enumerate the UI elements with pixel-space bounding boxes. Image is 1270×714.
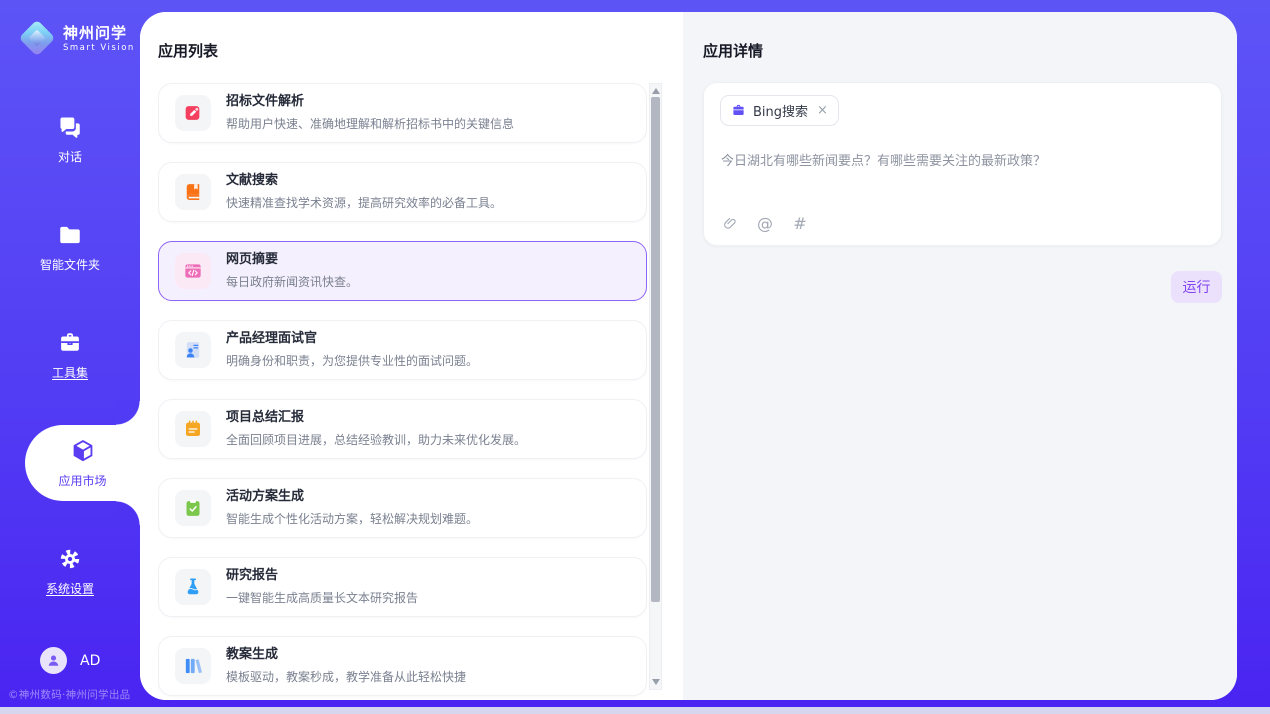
app-card-text: 项目总结汇报 全面回顾项目进展，总结经验教训，助力未来优化发展。 [226,410,526,447]
diamond-logo-icon [20,21,54,55]
literature-book-icon [175,174,211,210]
gear-icon [57,546,83,572]
app-list-title: 应用列表 [158,40,218,61]
sidebar-item-label: 应用市场 [58,472,106,489]
app-card-event-plan[interactable]: 活动方案生成 智能生成个性化活动方案，轻松解决规划难题。 [158,478,647,538]
brand-name: 神州问学 [63,24,135,42]
user-name: AD [80,653,100,669]
app-card-lesson-plan[interactable]: 教案生成 模板驱动，教案秒成，教学准备从此轻松快捷 [158,636,647,696]
app-card-web-summary[interactable]: 网页摘要 每日政府新闻资讯快查。 [158,241,647,301]
app-card-title: 研究报告 [226,568,418,584]
scrollbar-thumb[interactable] [651,97,660,602]
app-card-description: 智能生成个性化活动方案，轻松解决规划难题。 [226,510,478,527]
scroll-up-arrow-icon[interactable] [652,88,660,94]
plan-clipboard-icon [175,490,211,526]
app-card-pm-interviewer[interactable]: 产品经理面试官 明确身份和职责，为您提供专业性的面试问题。 [158,320,647,380]
sidebar-item-label: 工具集 [52,364,88,381]
app-card-text: 教案生成 模板驱动，教案秒成，教学准备从此轻松快捷 [226,647,466,684]
sidebar-item-label: 系统设置 [46,580,94,597]
sidebar-item-label: 对话 [58,148,82,165]
user-avatar-icon [40,647,67,674]
sidebar-item-chat[interactable]: 对话 [0,101,140,177]
app-card-title: 产品经理面试官 [226,331,478,347]
app-card-description: 全面回顾项目进展，总结经验教训，助力未来优化发展。 [226,431,526,448]
prompt-input[interactable]: 今日湖北有哪些新闻要点？有哪些需要关注的最新政策？ [721,152,1205,172]
app-card-list: 招标文件解析 帮助用户快速、准确地理解和解析招标书中的关键信息 文献搜索 快速精… [158,83,647,700]
mention-icon[interactable]: @ [756,215,774,233]
sidebar-item-toolset[interactable]: 工具集 [0,317,140,393]
scroll-down-arrow-icon[interactable] [652,679,660,685]
chat-icon [57,114,83,140]
copyright-text: ©神州数码·神州问学出品 [8,687,140,702]
app-card-description: 帮助用户快速、准确地理解和解析招标书中的关键信息 [226,115,514,132]
app-card-description: 模板驱动，教案秒成，教学准备从此轻松快捷 [226,668,466,685]
sidebar-item-label: 智能文件夹 [40,256,100,273]
app-card-literature-search[interactable]: 文献搜索 快速精准查找学术资源，提高研究效率的必备工具。 [158,162,647,222]
brand: 神州问学 Smart Vision [0,0,140,61]
composer-toolbar: @ # [721,215,809,233]
sidebar-item-app-market[interactable]: 应用市场 [25,425,140,501]
tool-tag-bing-search[interactable]: Bing搜索 × [720,95,839,126]
webpage-code-icon [175,253,211,289]
summary-note-icon [175,411,211,447]
content-frame: 应用列表 招标文件解析 帮助用户快速、准确地理解和解析招标书中的关键信息 文献搜… [140,12,1237,700]
app-card-text: 招标文件解析 帮助用户快速、准确地理解和解析招标书中的关键信息 [226,94,514,131]
app-card-text: 研究报告 一键智能生成高质量长文本研究报告 [226,568,418,605]
briefcase-icon [731,103,746,118]
interviewer-icon [175,332,211,368]
app-card-description: 一键智能生成高质量长文本研究报告 [226,589,418,606]
app-card-text: 产品经理面试官 明确身份和职责，为您提供专业性的面试问题。 [226,331,478,368]
research-flask-icon [175,569,211,605]
close-icon[interactable]: × [817,104,828,117]
app-card-title: 文献搜索 [226,173,502,189]
app-card-text: 文献搜索 快速精准查找学术资源，提高研究效率的必备工具。 [226,173,502,210]
brand-subtitle: Smart Vision [63,43,135,53]
app-card-bid-analysis[interactable]: 招标文件解析 帮助用户快速、准确地理解和解析招标书中的关键信息 [158,83,647,143]
toolbox-icon [57,330,83,356]
app-card-title: 网页摘要 [226,252,358,268]
run-button[interactable]: 运行 [1171,271,1222,303]
app-card-text: 网页摘要 每日政府新闻资讯快查。 [226,252,358,289]
sidebar-item-settings[interactable]: 系统设置 [0,533,140,609]
tool-tag-label: Bing搜索 [753,101,808,120]
app-card-research-report[interactable]: 研究报告 一键智能生成高质量长文本研究报告 [158,557,647,617]
topic-icon[interactable]: # [791,215,809,233]
bid-document-icon [175,95,211,131]
app-list-panel: 应用列表 招标文件解析 帮助用户快速、准确地理解和解析招标书中的关键信息 文献搜… [140,12,683,700]
sidebar: 神州问学 Smart Vision 对话 智能文件夹 工具集 应用市场 系统设置 [0,0,140,714]
app-detail-panel: 应用详情 Bing搜索 × 今日湖北有哪些新闻要点？有哪些需要关注的最新政策？ … [683,12,1237,700]
sidebar-bottom: AD ©神州数码·神州问学出品 [0,647,140,714]
app-card-title: 教案生成 [226,647,466,663]
sidebar-item-smart-folder[interactable]: 智能文件夹 [0,209,140,285]
app-card-text: 活动方案生成 智能生成个性化活动方案，轻松解决规划难题。 [226,489,478,526]
app-card-title: 项目总结汇报 [226,410,526,426]
lesson-books-icon [175,648,211,684]
folder-icon [57,222,83,248]
attachment-icon[interactable] [721,215,739,233]
scrollbar[interactable] [649,83,662,690]
app-card-description: 每日政府新闻资讯快查。 [226,273,358,290]
app-card-title: 招标文件解析 [226,94,514,110]
app-detail-title: 应用详情 [703,40,763,61]
cube-icon [70,438,96,464]
sidebar-nav: 对话 智能文件夹 工具集 应用市场 系统设置 [0,101,140,609]
app-card-description: 明确身份和职责，为您提供专业性的面试问题。 [226,352,478,369]
user-menu[interactable]: AD [40,647,140,674]
brand-text: 神州问学 Smart Vision [63,24,135,53]
app-card-description: 快速精准查找学术资源，提高研究效率的必备工具。 [226,194,502,211]
composer-card: Bing搜索 × 今日湖北有哪些新闻要点？有哪些需要关注的最新政策？ @ # [703,82,1222,246]
app-card-title: 活动方案生成 [226,489,478,505]
app-card-project-summary[interactable]: 项目总结汇报 全面回顾项目进展，总结经验教训，助力未来优化发展。 [158,399,647,459]
